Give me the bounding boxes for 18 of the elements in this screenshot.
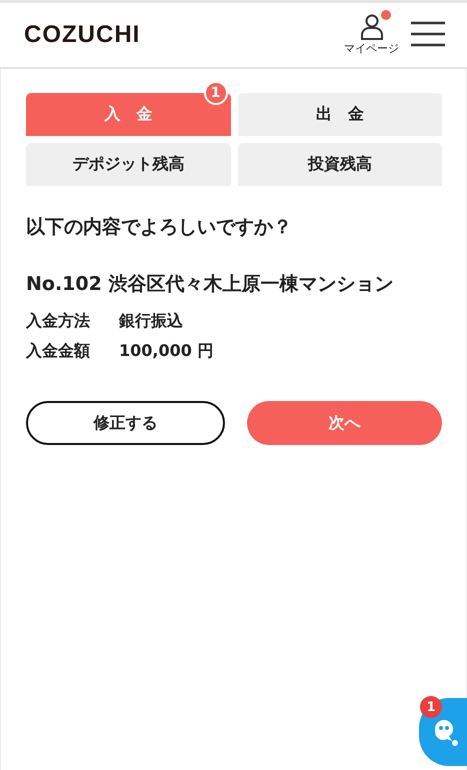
- edit-button[interactable]: 修正する: [26, 401, 225, 445]
- count-badge: 1: [420, 696, 442, 718]
- tab[interactable]: 出 金: [238, 93, 442, 136]
- detail-label: 入金方法: [26, 311, 91, 332]
- user-icon: [360, 14, 384, 40]
- menu-button[interactable]: [411, 21, 445, 49]
- logo[interactable]: COZUCHI: [24, 21, 140, 49]
- tab[interactable]: 投資残高: [238, 143, 442, 186]
- detail-value: 銀行振込: [119, 311, 184, 332]
- menu-icon: [411, 21, 445, 47]
- mypage-button[interactable]: マイページ: [344, 14, 399, 56]
- detail-value: 100,000 円: [119, 341, 214, 362]
- confirm-question: 以下の内容でよろしいですか？: [26, 215, 293, 240]
- tab[interactable]: デポジット残高: [26, 143, 230, 186]
- count-badge: 1: [204, 81, 228, 105]
- chat-button[interactable]: [419, 698, 467, 766]
- project-title: No.102 渋谷区代々木上原一棟マンション: [26, 272, 394, 297]
- detail-label: 入金金額: [26, 341, 91, 362]
